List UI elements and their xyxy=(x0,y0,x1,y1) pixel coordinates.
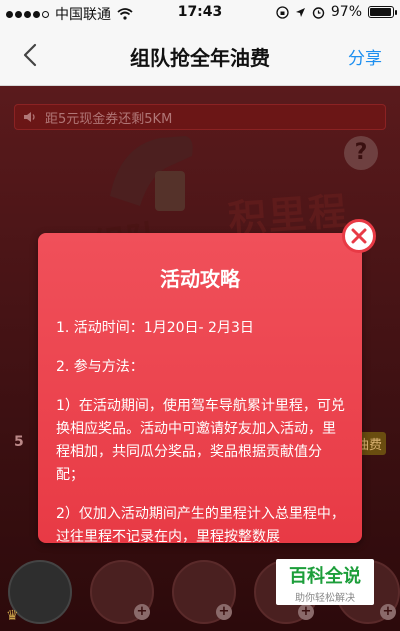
modal-paragraph: 1）在活动期间，使用驾车导航累计里程，可兑换相应奖品。活动中可邀请好友加入活动，… xyxy=(56,398,345,483)
fuel-nozzle-icon xyxy=(110,136,193,211)
crown-icon: ♛ xyxy=(6,608,19,624)
strategy-modal: 活动攻略 1. 活动时间：1月20日- 2月3日 2. 参与方法： 1）在活动期… xyxy=(38,233,362,543)
orientation-lock-icon xyxy=(276,5,289,19)
modal-body[interactable]: 1. 活动时间：1月20日- 2月3日 2. 参与方法： 1）在活动期间，使用驾… xyxy=(56,317,346,543)
reward-badge-left: 5 xyxy=(14,434,24,450)
add-member-icon: + xyxy=(298,604,314,620)
watermark-subtitle: 助你轻松解决 xyxy=(295,593,355,604)
notice-text: 距5元现金券还剩5KM xyxy=(45,111,173,127)
battery-percent: 97% xyxy=(330,4,362,20)
watermark-title: 百科全说 xyxy=(289,566,361,587)
help-icon[interactable]: ? xyxy=(344,136,378,170)
close-button[interactable] xyxy=(342,219,376,253)
battery-icon xyxy=(368,6,397,18)
avatar-slot[interactable]: + xyxy=(90,560,154,624)
modal-paragraph: 2）仅加入活动期间产生的里程计入总里程中，过往里程不记录在内，里程按整数展 xyxy=(56,506,345,543)
page-title: 组队抢全年油费 xyxy=(130,46,270,70)
add-member-icon: + xyxy=(216,604,232,620)
avatar-me: ♛ xyxy=(6,560,72,624)
avatar-slot[interactable]: + xyxy=(172,560,236,624)
watermark-logo: 百科全说 助你轻松解决 xyxy=(276,559,374,605)
add-member-icon: + xyxy=(134,604,150,620)
close-icon xyxy=(351,228,367,244)
modal-paragraph: 1. 活动时间：1月20日- 2月3日 xyxy=(56,320,254,336)
modal-title: 活动攻略 xyxy=(160,267,240,291)
modal-paragraph: 2. 参与方法： xyxy=(56,359,144,375)
nav-bar: 组队抢全年油费 分享 xyxy=(0,26,400,86)
location-arrow-icon xyxy=(295,7,305,17)
alarm-icon xyxy=(312,6,325,19)
status-right: 97% xyxy=(276,4,397,20)
add-member-icon: + xyxy=(380,604,396,620)
speaker-icon xyxy=(24,112,35,122)
status-bar: 中国联通 17:43 97% xyxy=(0,0,400,26)
share-button[interactable]: 分享 xyxy=(348,44,382,69)
